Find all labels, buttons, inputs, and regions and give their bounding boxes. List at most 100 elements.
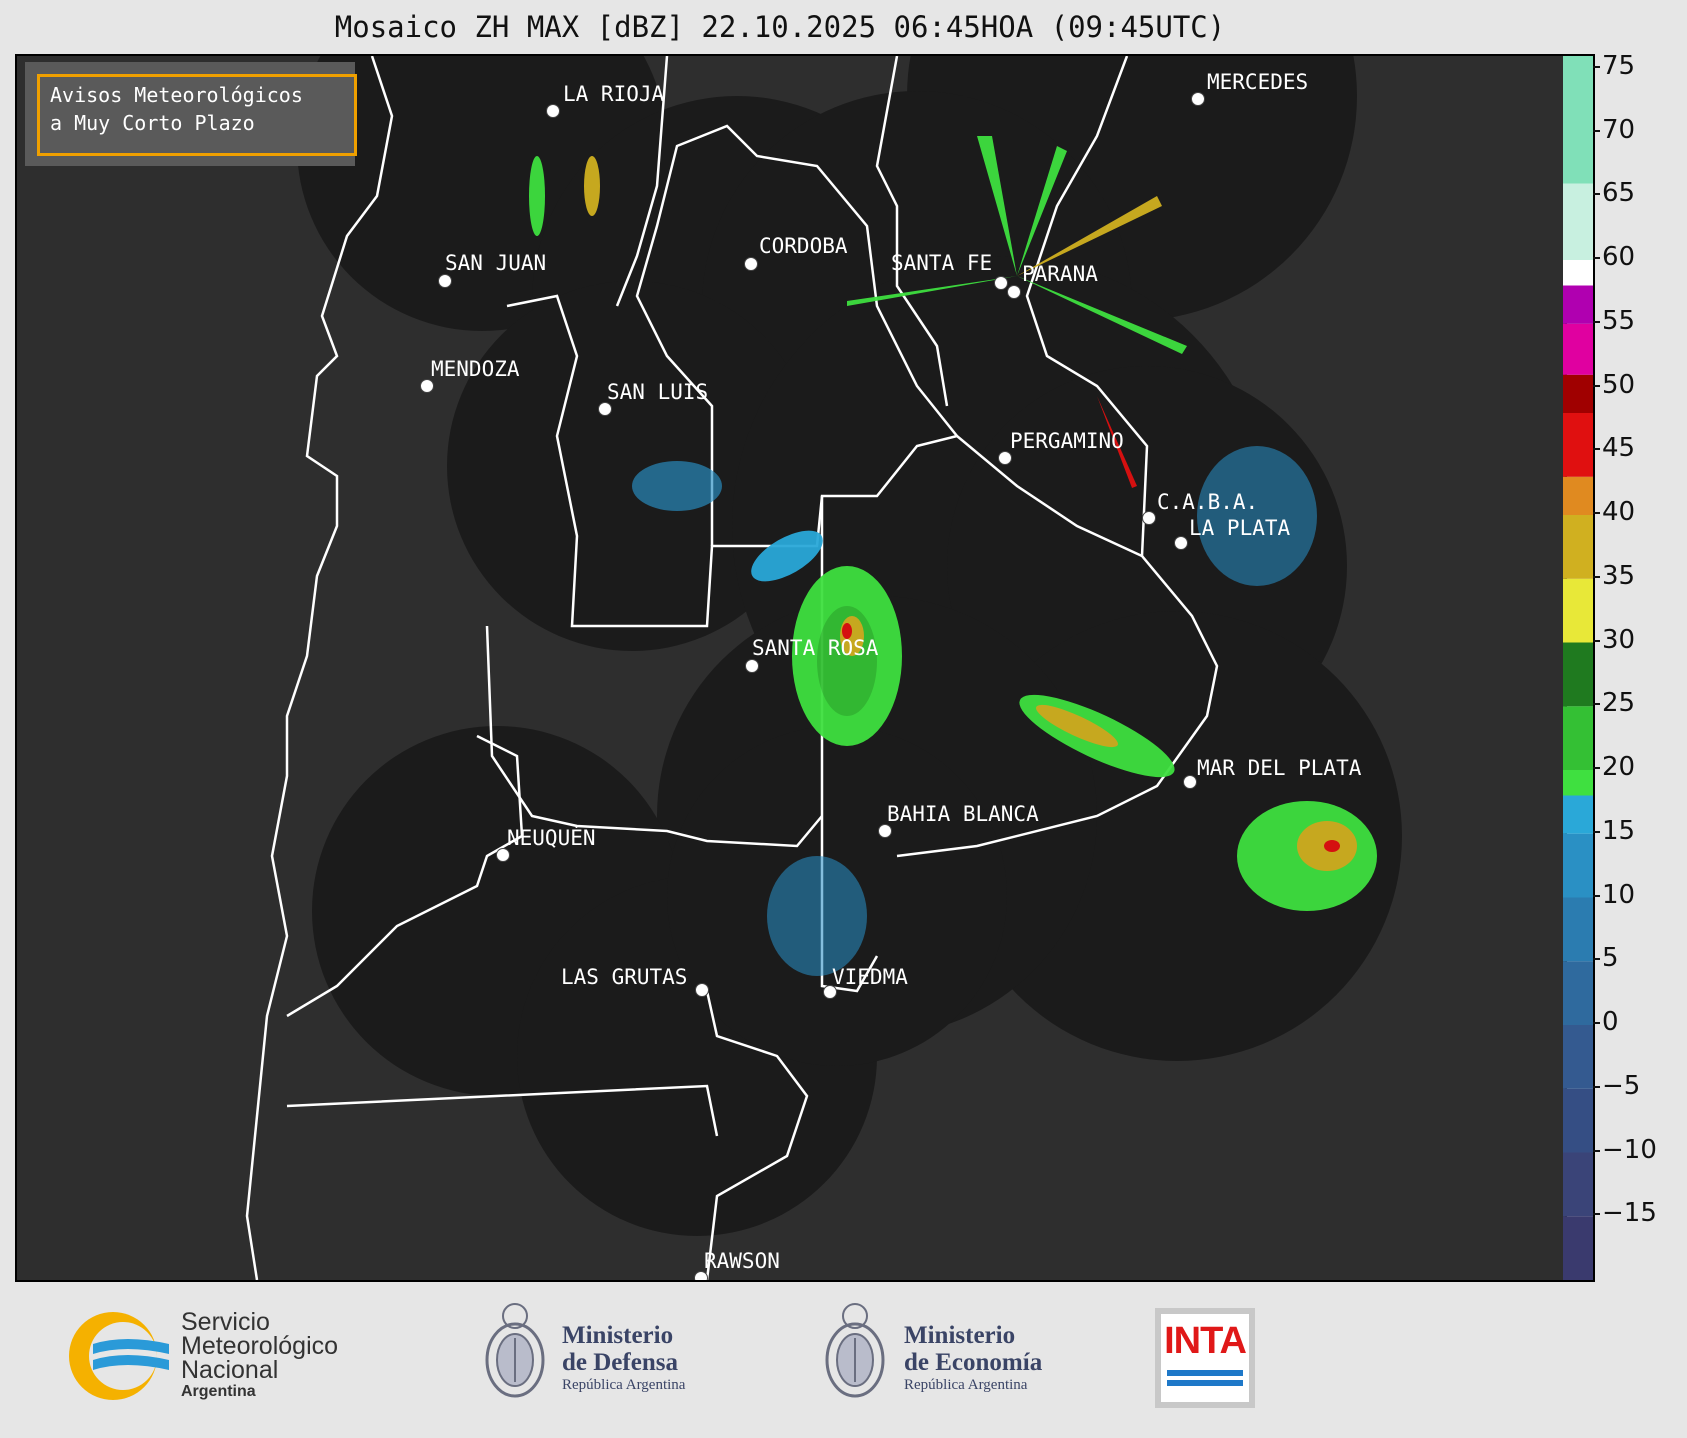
colorbar-tick-mark [1593,320,1600,323]
city-dot[interactable] [420,379,434,393]
city-dot[interactable] [745,659,759,673]
colorbar-tick-label: 70 [1602,114,1636,145]
colorbar-segment [1563,706,1593,770]
city-label: LAS GRUTAS [561,965,688,989]
city-label: SANTA FE [891,251,993,275]
city-label: SAN LUIS [607,380,709,404]
dbz-colorbar [1563,54,1595,1282]
city-dot[interactable] [546,104,560,118]
city-label: MENDOZA [431,357,520,381]
colorbar-tick-mark [1593,703,1600,706]
colorbar-tick-mark [1593,512,1600,514]
economia-logo[interactable]: Ministerio de Economía República Argenti… [820,1298,1080,1418]
colorbar-tick-label: −10 [1602,1134,1657,1165]
colorbar-tick-label: 50 [1602,369,1636,400]
defensa-line-2: de Defensa [562,1349,678,1376]
city-dot[interactable] [1183,775,1197,789]
colorbar-tick-label: 55 [1602,305,1636,336]
warning-box[interactable]: Avisos Meteorológicos a Muy Corto Plazo [25,62,357,166]
smn-name-line-3: Nacional [181,1356,279,1384]
colorbar-tick-label: −5 [1602,1070,1641,1101]
colorbar-tick-label: 45 [1602,433,1636,464]
colorbar-tick-label: 10 [1602,879,1636,910]
colorbar-segment [1563,323,1593,375]
city-dot[interactable] [695,983,709,997]
colorbar-tick-mark [1593,958,1600,961]
city-label: RAWSON [704,1249,780,1273]
colorbar-tick-mark [1593,575,1600,578]
colorbar-segment [1563,260,1593,286]
colorbar-tick-label: 30 [1602,624,1636,655]
coat-of-arms-icon [825,1303,885,1398]
city-dot[interactable] [878,824,892,838]
city-dot[interactable] [1142,511,1156,525]
smn-logo[interactable]: Servicio Meteorológico Nacional Argentin… [65,1308,375,1408]
colorbar-segment [1563,1216,1593,1280]
city-dot[interactable] [1007,285,1021,299]
colorbar-segment [1563,961,1593,1025]
colorbar-tick-mark [1593,384,1600,387]
smn-name-line-4: Argentina [181,1383,256,1400]
colorbar-tick-label: 75 [1602,50,1636,81]
smn-emblem-icon [69,1312,169,1400]
city-dot[interactable] [1191,92,1205,106]
colorbar-segment [1563,56,1593,184]
colorbar-tick-label: 20 [1602,752,1636,782]
colorbar-tick-label: 25 [1602,688,1636,719]
city-label: NEUQUÉN [507,826,596,850]
colorbar-tick-mark [1593,448,1600,451]
colorbar-tick-mark [1593,65,1600,68]
colorbar-tick-label: 5 [1602,943,1619,974]
colorbar-tick-mark [1593,1022,1600,1024]
colorbar-tick-mark [1593,129,1600,132]
city-dot[interactable] [994,276,1008,290]
colorbar-segment [1563,770,1593,796]
economia-line-1: Ministerio [904,1322,1016,1349]
colorbar-segment [1563,642,1593,707]
defensa-line-1: Ministerio [562,1322,674,1349]
colorbar-tick-label: 0 [1602,1007,1619,1037]
city-label: BAHIA BLANCA [887,802,1039,826]
colorbar-tick-mark [1593,894,1600,897]
economia-line-2: de Economía [904,1349,1043,1376]
warning-line-2: a Muy Corto Plazo [50,111,255,135]
smn-name-line-2: Meteorológico [181,1332,339,1360]
inta-logo[interactable]: INTA [1155,1308,1255,1408]
colorbar-tick-mark [1593,257,1600,259]
colorbar-segment [1563,1088,1593,1153]
economia-line-3: República Argentina [904,1377,1028,1393]
map-title: Mosaico ZH MAX [dBZ] 22.10.2025 06:45HOA… [334,10,1226,44]
city-dot[interactable] [1174,536,1188,550]
colorbar-segment [1563,1025,1593,1089]
city-label: PARANA [1022,262,1098,286]
colorbar-segment [1563,578,1593,643]
colorbar-tick-mark [1593,193,1600,196]
colorbar-segment [1563,413,1593,477]
warning-link[interactable]: Avisos Meteorológicos a Muy Corto Plazo [37,74,357,156]
colorbar-tick-mark [1593,1085,1600,1088]
defensa-logo[interactable]: Ministerio de Defensa República Argentin… [480,1298,740,1418]
colorbar-segment [1563,515,1593,579]
city-label: CORDOBA [759,234,848,258]
colorbar-segment [1563,183,1593,260]
colorbar-tick-label: 15 [1602,815,1636,846]
city-dot[interactable] [998,451,1012,465]
warning-line-1: Avisos Meteorológicos [50,83,303,107]
colorbar-segment [1563,285,1593,324]
colorbar-tick-label: −15 [1602,1198,1657,1229]
city-dot[interactable] [438,274,452,288]
city-dot[interactable] [598,402,612,416]
inta-wordmark: INTA [1164,1320,1247,1362]
colorbar-segment [1563,476,1593,515]
colorbar-tick-label: 35 [1602,560,1636,591]
colorbar-tick-mark [1593,639,1600,642]
radar-map[interactable]: Avisos Meteorológicos a Muy Corto Plazo … [15,54,1567,1282]
city-label: C.A.B.A. [1157,490,1259,514]
defensa-line-3: República Argentina [562,1377,686,1393]
colorbar-tick-label: 40 [1602,497,1636,527]
city-dot[interactable] [744,257,758,271]
colorbar-segment [1563,1152,1593,1217]
city-dot[interactable] [496,848,510,862]
colorbar-tick-mark [1593,1149,1600,1152]
city-label: VIEDMA [832,965,908,989]
